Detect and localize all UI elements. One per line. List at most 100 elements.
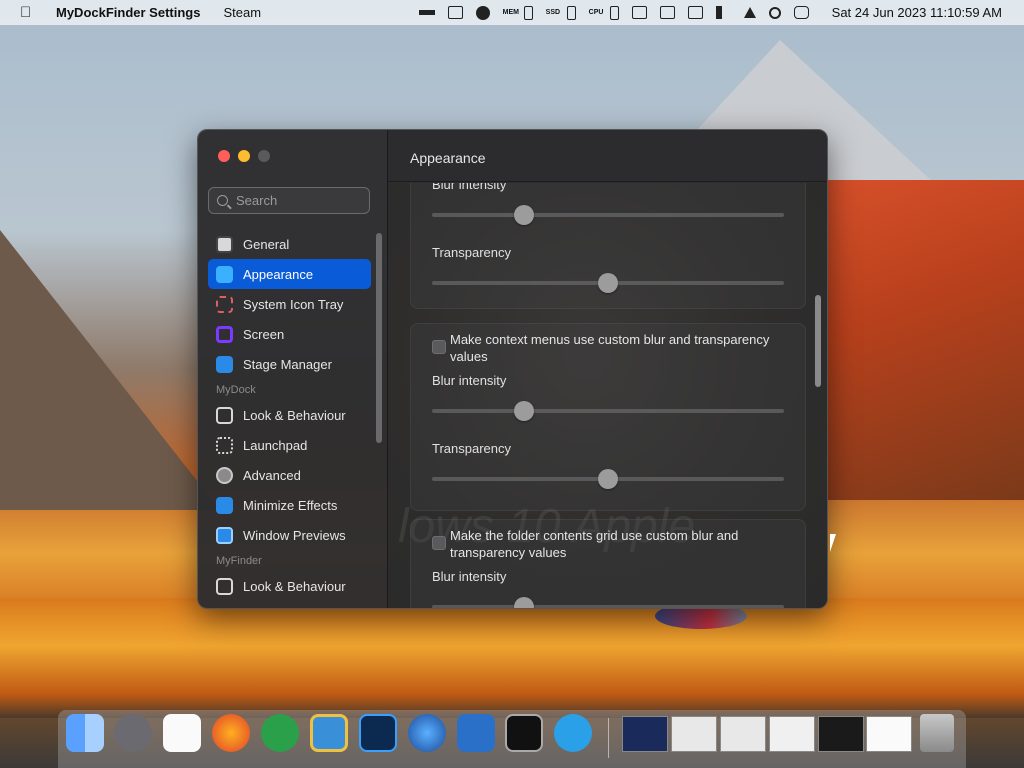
sidebar-item-screen[interactable]: Screen <box>208 319 371 349</box>
context-menus-checkbox[interactable] <box>432 340 446 354</box>
ssd-gauge-icon[interactable] <box>566 5 576 20</box>
help-icon[interactable] <box>163 714 201 752</box>
mouse-cursor <box>830 534 836 552</box>
sidebar-item-label: System Icon Tray <box>243 296 344 312</box>
sidebar-item-label: Appearance <box>243 266 314 282</box>
sidebar-item-label: Stage Manager <box>243 356 332 372</box>
slider-knob[interactable] <box>513 401 534 421</box>
minimized-window-thumbnail[interactable] <box>671 716 717 752</box>
transparency-label: Transparency <box>432 245 511 260</box>
sidebar-item-label: Advanced <box>243 467 301 483</box>
sidebar-scrollbar[interactable] <box>376 233 382 443</box>
sidebar-item-system-icon-tray[interactable]: System Icon Tray <box>208 289 371 319</box>
slider-knob[interactable] <box>598 273 618 293</box>
blur-intensity-slider[interactable] <box>432 401 784 421</box>
eject-icon[interactable] <box>743 7 756 18</box>
internet-explorer-icon[interactable] <box>554 714 592 752</box>
sidebar-item-advanced[interactable]: Advanced <box>208 460 371 490</box>
trash-icon[interactable] <box>920 714 954 752</box>
terminal-icon[interactable] <box>505 714 543 752</box>
minimized-window-thumbnail[interactable] <box>818 716 864 752</box>
finder-window-icon <box>216 577 233 595</box>
screen-icon <box>216 325 233 343</box>
wallpaper-lake <box>0 598 1024 718</box>
window-previews-icon <box>216 526 233 544</box>
menu-steam[interactable]: Steam <box>223 5 261 20</box>
sidebar-item-general[interactable]: General <box>208 229 371 259</box>
download-icon[interactable] <box>475 5 490 20</box>
minimized-window-thumbnail[interactable] <box>622 716 668 752</box>
file-manager-icon[interactable] <box>310 714 348 752</box>
menu-clock[interactable]: Sat 24 Jun 2023 11:10:59 AM <box>832 5 1002 20</box>
firefox-icon[interactable] <box>212 714 250 752</box>
finder-icon[interactable] <box>66 714 104 752</box>
section-header-mydock: MyDock <box>216 383 256 396</box>
search-icon[interactable] <box>768 6 781 19</box>
usb-icon[interactable] <box>418 10 435 15</box>
slider-knob[interactable] <box>513 205 534 225</box>
powershell-icon[interactable] <box>457 714 495 752</box>
slider-knob[interactable] <box>598 469 618 489</box>
blur-intensity-slider[interactable] <box>432 205 784 225</box>
utorrent-icon[interactable] <box>261 714 299 752</box>
minimized-window-thumbnail[interactable] <box>769 716 815 752</box>
minimized-window-thumbnail[interactable] <box>866 716 912 752</box>
photoshop-icon[interactable] <box>359 714 397 752</box>
window-icon[interactable] <box>659 6 675 19</box>
folder-grid-checkbox[interactable] <box>432 536 446 550</box>
general-icon <box>216 235 233 253</box>
sidebar-item-minimize-effects[interactable]: Minimize Effects <box>208 490 371 520</box>
sidebar-item-window-previews[interactable]: Window Previews <box>208 520 371 550</box>
cpu-gauge-icon[interactable] <box>609 5 619 20</box>
search-placeholder: Search <box>236 193 278 208</box>
dock-separator <box>608 718 609 758</box>
close-button[interactable] <box>218 150 230 162</box>
sidebar-item-label: Minimize Effects <box>243 497 338 513</box>
sidebar-item-launchpad[interactable]: Launchpad <box>208 430 371 460</box>
folder-grid-checkbox-label[interactable]: Make the folder contents grid use custom… <box>450 527 790 561</box>
search-icon <box>217 195 228 206</box>
search-field[interactable]: Search <box>208 187 370 214</box>
zoom-button[interactable] <box>258 150 270 162</box>
page-title: Appearance <box>388 130 827 182</box>
blur-intensity-slider[interactable] <box>432 597 784 608</box>
clipboard-icon[interactable] <box>447 6 463 19</box>
minimized-window-thumbnail[interactable] <box>720 716 766 752</box>
sidebar-item-appearance[interactable]: Appearance <box>208 259 371 289</box>
grid-icon <box>216 295 233 313</box>
windows-icon[interactable] <box>408 714 446 752</box>
minimize-effects-icon <box>216 496 233 514</box>
context-menus-checkbox-label[interactable]: Make context menus use custom blur and t… <box>450 331 790 365</box>
list-icon[interactable] <box>631 6 647 19</box>
sidebar-item-myfinder-look-behaviour[interactable]: Look & Behaviour <box>208 571 371 601</box>
stage-manager-icon <box>216 355 233 373</box>
cpu-label: CPU <box>588 9 604 16</box>
ssd-label: SSD <box>545 9 561 16</box>
appearance-icon <box>216 265 233 283</box>
slider-knob[interactable] <box>513 597 534 608</box>
app-name-menu[interactable]: MyDockFinder Settings <box>56 5 200 20</box>
content-pane: Appearance lows 10 Apple Blur intensity … <box>388 130 827 608</box>
transparency-slider[interactable] <box>432 469 784 489</box>
wallpaper-forest <box>820 180 1024 500</box>
sidebar-item-label: Look & Behaviour <box>243 578 346 594</box>
blur-intensity-label: Blur intensity <box>432 373 507 388</box>
sidebar: Search General Appearance System Icon Tr… <box>198 130 388 608</box>
status-tray: MEM SSD CPU Sat 24 Jun 2023 11:10:59 AM <box>418 0 1002 25</box>
monitor-icon[interactable] <box>687 6 703 19</box>
launchpad-icon <box>216 436 233 454</box>
minimize-button[interactable] <box>238 150 250 162</box>
content-scrollbar[interactable] <box>815 295 821 387</box>
transparency-label: Transparency <box>432 441 511 456</box>
sidebar-item-stage-manager[interactable]: Stage Manager <box>208 349 371 379</box>
transparency-slider[interactable] <box>432 273 784 293</box>
sidebar-item-label: Screen <box>243 326 285 342</box>
mem-gauge-icon[interactable] <box>523 5 533 20</box>
control-center-icon[interactable] <box>793 6 809 19</box>
mute-icon[interactable] <box>715 6 731 19</box>
sidebar-item-label: Window Previews <box>243 527 346 543</box>
apple-menu-icon[interactable]:  <box>20 4 42 21</box>
settings-scroll-area[interactable]: lows 10 Apple Blur intensity Transparenc… <box>388 183 827 608</box>
launchpad-rocket-icon[interactable] <box>114 714 152 752</box>
sidebar-item-mydock-look-behaviour[interactable]: Look & Behaviour <box>208 400 371 430</box>
